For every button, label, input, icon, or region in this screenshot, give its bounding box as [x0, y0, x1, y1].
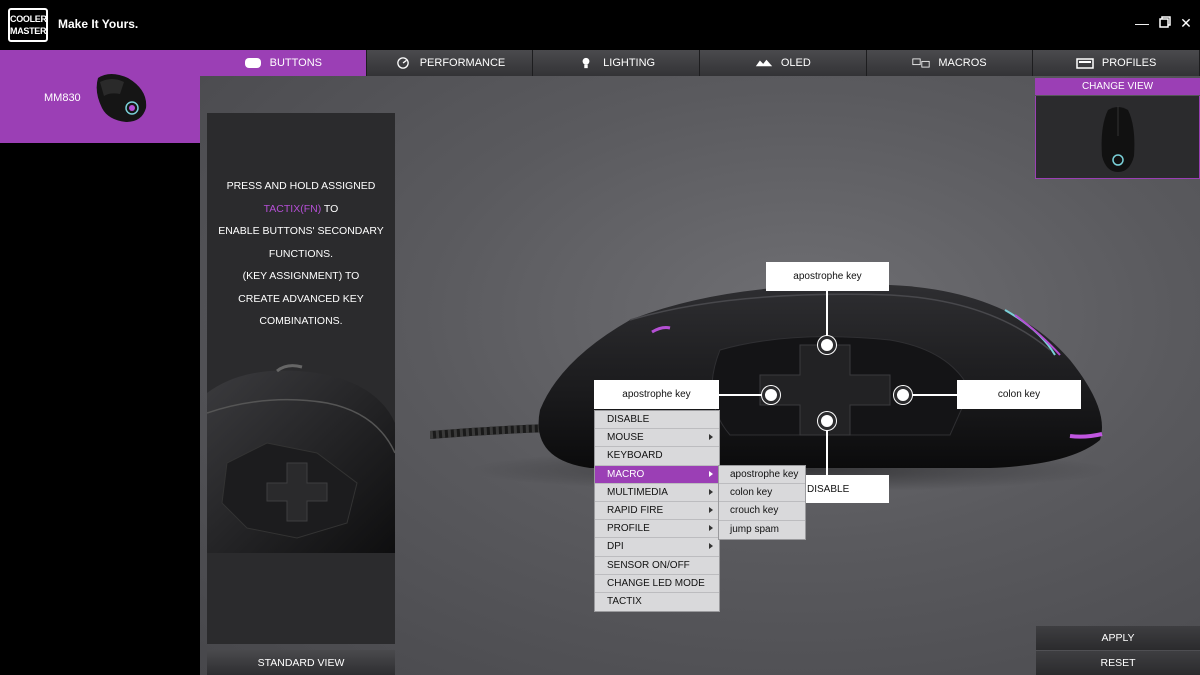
tab-label: OLED: [780, 57, 811, 69]
device-name: MM830: [44, 92, 81, 104]
macro-item-apostrophe-key[interactable]: apostrophe key: [719, 466, 805, 485]
macro-item-jump-spam[interactable]: jump spam: [719, 521, 805, 539]
macro-item-colon-key[interactable]: colon key: [719, 484, 805, 503]
tab-macros[interactable]: MACROS: [866, 50, 1034, 76]
tab-label: PERFORMANCE: [419, 57, 506, 69]
instructions-line-1: PRESS AND HOLD ASSIGNED TACTIX(FN) TO: [207, 175, 395, 220]
device-card-mm830[interactable]: MM830: [0, 50, 200, 143]
instructions-line-2: ENABLE BUTTONS' SECONDARY FUNCTIONS.: [218, 225, 384, 260]
connector-right: [912, 394, 957, 396]
connector-top: [826, 291, 828, 339]
menu-item-macro[interactable]: MACRO: [595, 465, 719, 484]
connector-bottom: [826, 430, 828, 475]
button-hotspot-bottom[interactable]: [818, 412, 836, 430]
tab-profiles[interactable]: PROFILES: [1033, 50, 1200, 76]
menu-item-label: KEYBOARD: [607, 450, 663, 462]
menu-item-multimedia[interactable]: MULTIMEDIA: [595, 484, 719, 502]
tab-oled[interactable]: OLED: [699, 50, 867, 76]
menu-item-label: RAPID FIRE: [607, 505, 664, 517]
macro-item-crouch-key[interactable]: crouch key: [719, 502, 805, 521]
minimize-icon[interactable]: —: [1134, 15, 1150, 31]
menu-item-label: SENSOR ON/OFF: [607, 559, 690, 571]
tab-label: PROFILES: [1101, 57, 1157, 69]
callout-right-button[interactable]: colon key: [957, 380, 1081, 409]
change-view-thumbnail[interactable]: [1035, 96, 1200, 179]
tab-label: BUTTONS: [269, 57, 322, 69]
cooler-master-logo: COOLER MASTER: [8, 8, 48, 42]
button-hotspot-left[interactable]: [762, 386, 780, 404]
instructions-line-4: CREATE ADVANCED KEY COMBINATIONS.: [238, 292, 364, 328]
menu-item-label: DISABLE: [607, 414, 650, 426]
submenu-arrow-icon: [709, 434, 713, 441]
button-hotspot-right[interactable]: [894, 386, 912, 404]
mouse-thumbnail-icon: [96, 74, 147, 122]
logo-line-1: COOLER: [10, 14, 47, 24]
folder-icon: [1076, 58, 1094, 69]
menu-item-label: MOUSE: [607, 432, 644, 444]
reset-button[interactable]: RESET: [1036, 651, 1200, 675]
submenu-arrow-icon: [709, 543, 713, 550]
app-tagline: Make It Yours.: [58, 17, 139, 31]
tactix-fn-highlight: TACTIX(FN): [263, 202, 322, 215]
button-hotspot-top[interactable]: [818, 336, 836, 354]
maximize-icon[interactable]: [1157, 15, 1173, 31]
apply-button[interactable]: APPLY: [1036, 626, 1200, 650]
standard-view-button[interactable]: STANDARD VIEW: [207, 650, 395, 675]
menu-item-profile[interactable]: PROFILE: [595, 520, 719, 539]
menu-item-label: MACRO: [607, 468, 645, 480]
change-view-label: CHANGE VIEW: [1035, 78, 1200, 95]
menu-item-rapid-fire[interactable]: RAPID FIRE: [595, 502, 719, 521]
bulb-icon: [582, 57, 590, 69]
tab-buttons[interactable]: BUTTONS: [200, 50, 367, 76]
instructions-text: PRESS AND HOLD ASSIGNED TACTIX(FN) TO EN…: [207, 175, 395, 333]
key-assignment-menu: DISABLE MOUSE KEYBOARD MACRO MULTIMEDIA …: [594, 410, 720, 613]
menu-item-keyboard[interactable]: KEYBOARD: [595, 447, 719, 466]
macro-icon: [912, 58, 930, 68]
menu-item-label: CHANGE LED MODE: [607, 577, 705, 589]
submenu-arrow-icon: [709, 488, 713, 495]
instructions-line-3: (KEY ASSIGNMENT) TO: [242, 270, 360, 282]
menu-item-change-led-mode[interactable]: CHANGE LED MODE: [595, 575, 719, 593]
connector-left: [719, 394, 765, 396]
mouse-button-icon: [244, 58, 261, 68]
menu-item-sensor-onoff[interactable]: SENSOR ON/OFF: [595, 557, 719, 575]
menu-item-disable[interactable]: DISABLE: [595, 411, 719, 430]
submenu-arrow-icon: [709, 506, 713, 513]
mouse-side-closeup-image: [207, 364, 395, 553]
menu-item-label: PROFILE: [607, 523, 650, 535]
close-icon[interactable]: ✕: [1178, 15, 1194, 31]
info-panel: PRESS AND HOLD ASSIGNED TACTIX(FN) TO EN…: [207, 113, 395, 644]
oled-icon: [755, 59, 772, 67]
menu-item-dpi[interactable]: DPI: [595, 538, 719, 557]
menu-item-mouse[interactable]: MOUSE: [595, 429, 719, 448]
submenu-arrow-icon: [709, 470, 713, 477]
instructions-line-1-post: TO: [321, 202, 339, 215]
menu-item-label: TACTIX: [607, 596, 642, 608]
callout-left-button[interactable]: apostrophe key: [594, 380, 719, 409]
callout-top-button[interactable]: apostrophe key: [766, 262, 889, 291]
instructions-line-1-pre: PRESS AND HOLD ASSIGNED: [226, 180, 376, 192]
tab-label: MACROS: [938, 57, 987, 69]
mouse-top-view-icon: [1101, 106, 1135, 172]
main-tabs: BUTTONS PERFORMANCE LIGHTING OLED MACROS…: [200, 50, 1200, 76]
submenu-arrow-icon: [709, 525, 713, 532]
menu-item-label: DPI: [607, 541, 624, 553]
tab-lighting[interactable]: LIGHTING: [533, 50, 700, 76]
menu-item-label: MULTIMEDIA: [607, 486, 668, 498]
logo-line-2: MASTER: [10, 26, 47, 36]
tab-performance[interactable]: PERFORMANCE: [366, 50, 534, 76]
menu-item-tactix[interactable]: TACTIX: [595, 593, 719, 611]
gauge-icon: [396, 57, 409, 69]
tab-label: LIGHTING: [603, 57, 656, 69]
macro-submenu: apostrophe key colon key crouch key jump…: [718, 465, 806, 540]
title-bar: COOLER MASTER Make It Yours. — ✕: [0, 0, 1200, 50]
